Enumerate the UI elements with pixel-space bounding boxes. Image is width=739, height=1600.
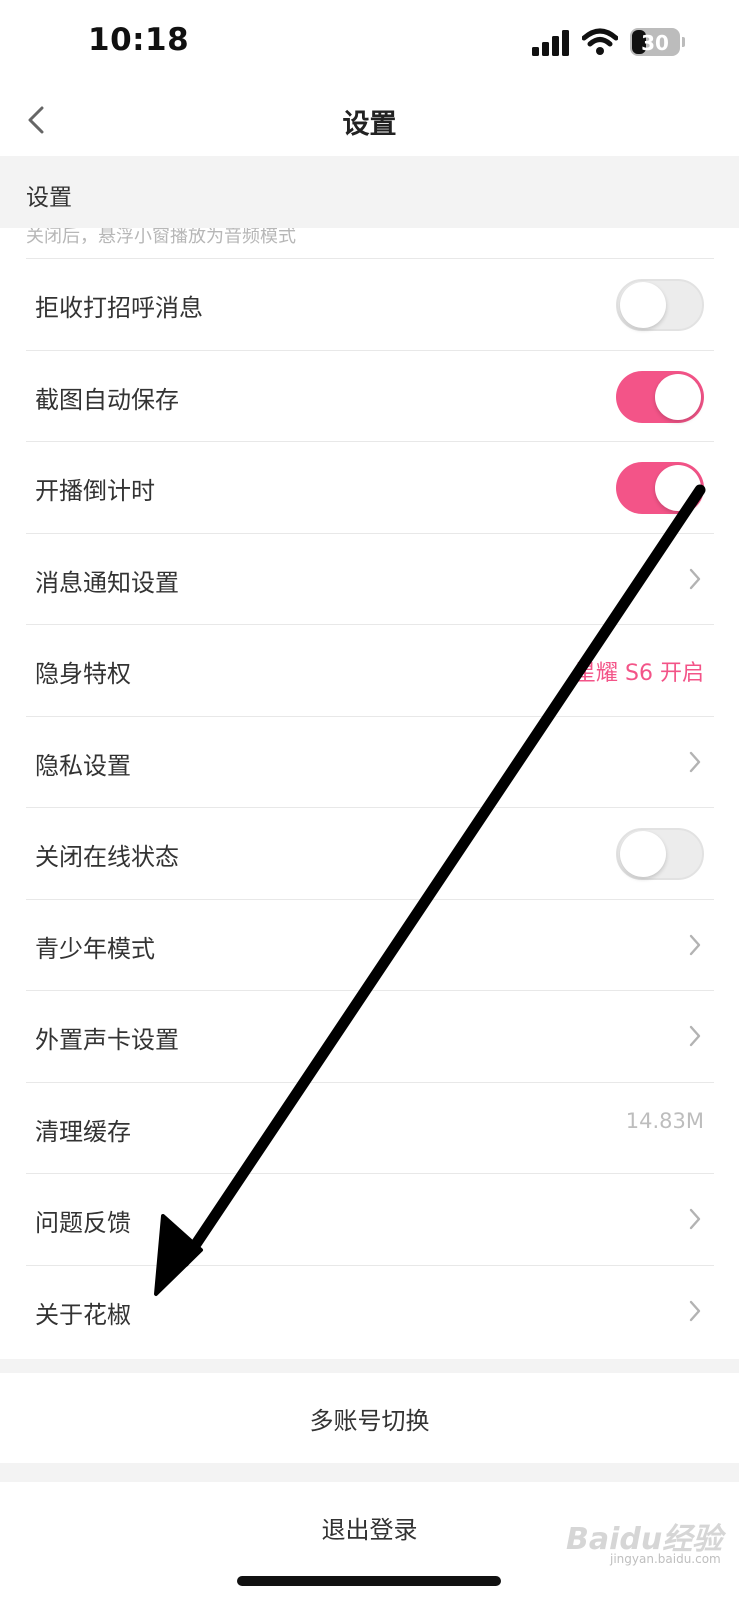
page-title: 设置 <box>342 109 397 140</box>
settings-row[interactable]: 隐身特权 星耀 S6 开启 <box>26 624 714 715</box>
toggle-knob <box>655 465 701 511</box>
section-header: 设置 <box>0 156 739 228</box>
status-time: 10:18 <box>88 22 190 58</box>
battery-nub <box>682 37 685 47</box>
privilege-status: 星耀 S6 开启 <box>574 661 704 686</box>
settings-row: 截图自动保存 <box>26 349 714 441</box>
watermark-url: jingyan.baidu.com <box>610 1552 721 1566</box>
toggle-knob <box>620 831 666 877</box>
toggle-switch[interactable] <box>616 828 704 880</box>
switch-account-label: 多账号切换 <box>309 1407 430 1435</box>
settings-row-label: 外置声卡设置 <box>35 1026 179 1054</box>
chevron-right-icon <box>689 934 701 955</box>
cache-size: 14.83M <box>625 1108 704 1133</box>
section-title: 设置 <box>26 185 72 211</box>
section-hint: 关闭后，悬浮小窗播放为音频模式 <box>26 228 296 247</box>
nav-bar: 设置 <box>0 88 739 156</box>
battery-percent: 30 <box>641 31 669 55</box>
settings-row-label: 拒收打招呼消息 <box>35 294 203 322</box>
battery-icon: 30 <box>630 28 680 56</box>
settings-row: 关闭在线状态 <box>26 807 714 898</box>
settings-row-label: 开播倒计时 <box>35 477 155 505</box>
settings-row-label: 隐私设置 <box>35 751 131 780</box>
settings-row[interactable]: 隐私设置 <box>26 715 714 807</box>
settings-row: 开播倒计时 <box>26 441 714 532</box>
settings-row-label: 清理缓存 <box>35 1117 131 1146</box>
home-indicator <box>237 1576 501 1586</box>
toggle-knob <box>655 373 701 420</box>
toggle-knob <box>620 282 666 328</box>
switch-account-button[interactable]: 多账号切换 <box>0 1373 739 1463</box>
wifi-icon <box>582 28 618 55</box>
settings-row-label: 消息通知设置 <box>35 568 179 597</box>
settings-row-label: 关于花椒 <box>35 1300 131 1329</box>
settings-row[interactable]: 问题反馈 <box>26 1173 714 1264</box>
chevron-right-icon <box>689 1025 701 1047</box>
settings-row: 拒收打招呼消息 <box>26 258 714 349</box>
chevron-right-icon <box>689 568 701 589</box>
baidu-watermark: Baidu经验 jingyan.baidu.com <box>566 1508 726 1568</box>
toggle-switch[interactable] <box>616 279 704 331</box>
settings-row-label: 青少年模式 <box>35 934 155 963</box>
settings-row[interactable]: 外置声卡设置 <box>26 990 714 1081</box>
chevron-right-icon <box>689 1208 701 1230</box>
settings-list: 关闭后，悬浮小窗播放为音频模式 拒收打招呼消息 截图自动保存 开播倒计时消息通知设置… <box>0 228 739 1359</box>
status-bar: 10:18 30 <box>0 0 739 88</box>
toggle-switch[interactable] <box>616 370 704 423</box>
settings-row-label: 关闭在线状态 <box>35 843 179 871</box>
settings-row[interactable]: 青少年模式 <box>26 898 714 990</box>
settings-row[interactable]: 清理缓存 14.83M <box>26 1081 714 1173</box>
chevron-right-icon <box>689 751 701 772</box>
settings-row-label: 截图自动保存 <box>35 385 179 414</box>
settings-row[interactable]: 消息通知设置 <box>26 532 714 624</box>
settings-row[interactable]: 关于花椒 <box>26 1264 714 1356</box>
settings-row-label: 隐身特权 <box>35 660 131 688</box>
chevron-right-icon <box>689 1300 701 1321</box>
toggle-switch[interactable] <box>616 462 704 514</box>
settings-row-label: 问题反馈 <box>35 1209 131 1237</box>
cellular-signal-icon <box>532 30 569 56</box>
